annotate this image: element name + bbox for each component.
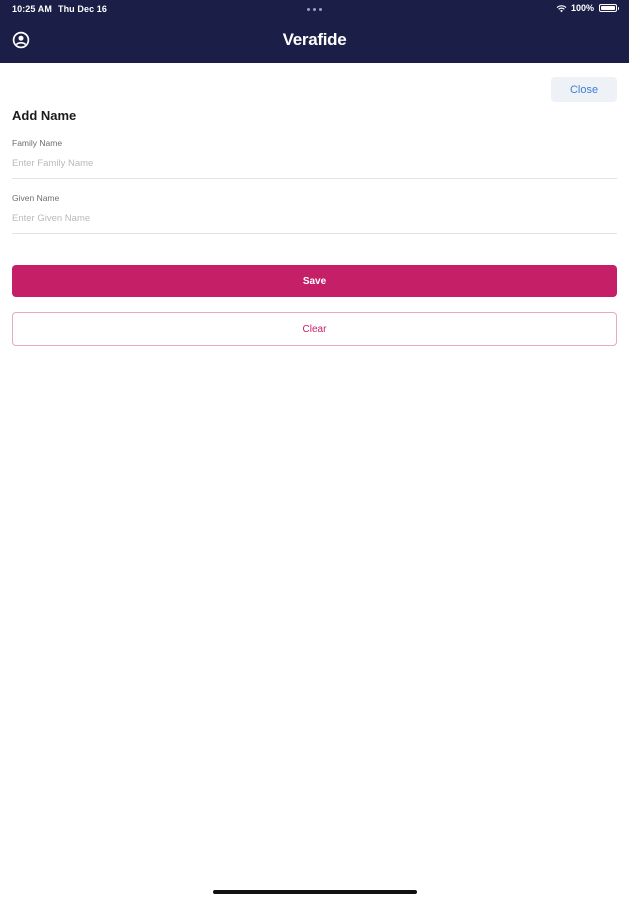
save-button[interactable]: Save	[12, 265, 617, 297]
status-bar-left: 10:25 AM Thu Dec 16	[12, 4, 107, 14]
battery-percent: 100%	[570, 3, 594, 13]
clear-button[interactable]: Clear	[12, 312, 617, 346]
status-bar-right: 100%	[556, 3, 619, 13]
given-name-field: Given Name	[12, 193, 617, 234]
multitasking-dots-icon[interactable]	[307, 8, 322, 11]
family-name-field: Family Name	[12, 138, 617, 179]
top-bar: 10:25 AM Thu Dec 16 100% Verafide	[0, 0, 629, 63]
status-time: 10:25 AM	[12, 4, 52, 14]
home-indicator[interactable]	[213, 890, 417, 894]
status-date: Thu Dec 16	[57, 4, 107, 14]
family-name-input[interactable]	[12, 155, 617, 171]
given-name-label: Given Name	[12, 193, 60, 203]
battery-icon	[599, 4, 619, 12]
given-name-input[interactable]	[12, 210, 617, 226]
page-title: Add Name	[12, 108, 77, 123]
close-button[interactable]: Close	[551, 77, 617, 102]
family-name-label: Family Name	[12, 138, 63, 148]
wifi-icon	[556, 4, 567, 12]
brand-logo: Verafide	[282, 30, 347, 49]
